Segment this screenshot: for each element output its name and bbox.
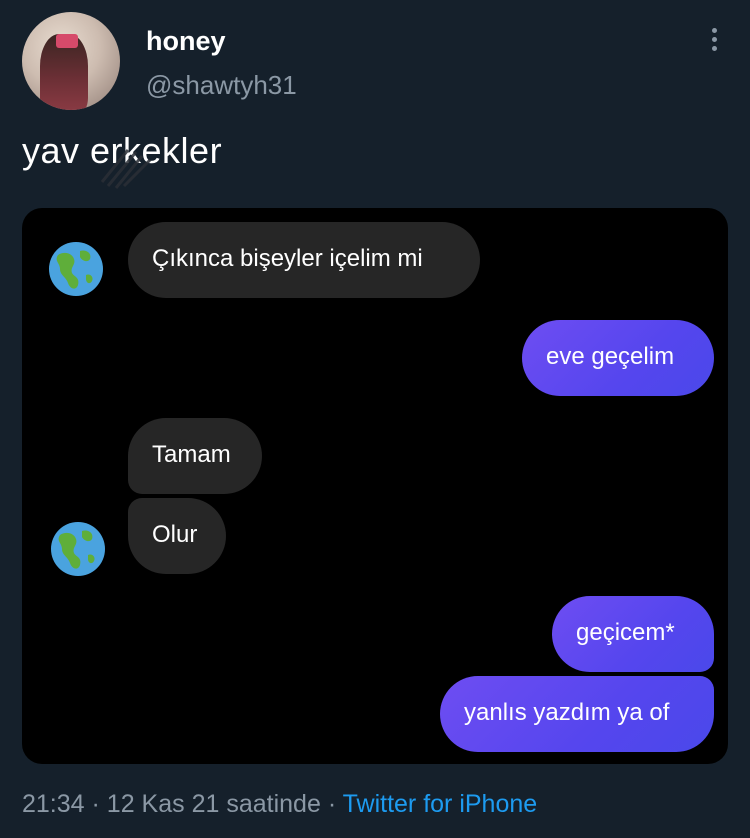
tweet-time[interactable]: 21:34 bbox=[22, 790, 85, 818]
separator-dot: · bbox=[91, 790, 100, 818]
tweet-timestamp: 21:34 · 12 Kas 21 saatinde · Twitter for… bbox=[22, 790, 537, 819]
message-bubble-incoming[interactable]: Tamam bbox=[128, 418, 262, 494]
tweet-date[interactable]: 12 Kas 21 saatinde bbox=[107, 790, 321, 818]
message-bubble-outgoing[interactable]: geçicem* bbox=[552, 596, 714, 672]
user-handle[interactable]: @shawtyh31 bbox=[146, 70, 297, 101]
tweet-source-link[interactable]: Twitter for iPhone bbox=[343, 790, 538, 818]
display-name[interactable]: honey bbox=[146, 26, 226, 57]
chat-screenshot[interactable]: Çıkınca bişeyler içelim mi eve geçelim T… bbox=[22, 208, 728, 764]
scribble-mark bbox=[100, 149, 152, 189]
message-bubble-outgoing[interactable]: yanlıs yazdım ya of bbox=[440, 676, 714, 752]
globe-icon bbox=[49, 242, 103, 296]
message-bubble-incoming[interactable]: Çıkınca bişeyler içelim mi bbox=[128, 222, 480, 298]
message-bubble-outgoing[interactable]: eve geçelim bbox=[522, 320, 714, 396]
globe-icon bbox=[51, 522, 105, 576]
separator-dot: · bbox=[327, 790, 337, 818]
profile-avatar[interactable] bbox=[22, 12, 120, 110]
more-options-icon[interactable] bbox=[704, 28, 724, 58]
message-bubble-incoming[interactable]: Olur bbox=[128, 498, 226, 574]
avatar-phone bbox=[56, 34, 78, 48]
